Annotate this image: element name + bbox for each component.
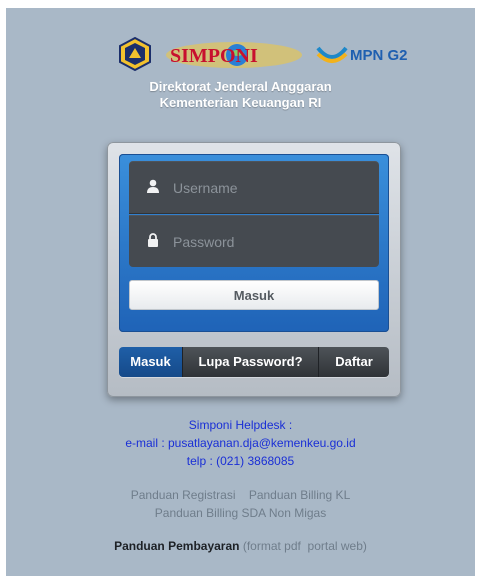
- kemenkeu-logo: [119, 36, 151, 72]
- username-input[interactable]: [171, 175, 375, 201]
- login-panel: Masuk Masuk Lupa Password? Daftar: [107, 142, 401, 397]
- page: SIMPONI MPN G2 Direktorat Jenderal Angga…: [6, 8, 475, 576]
- guide-links-row2: Panduan Billing SDA Non Migas: [6, 506, 475, 520]
- guide-billing-kl-link[interactable]: Panduan Billing KL: [249, 488, 350, 502]
- mpn-g2-logo: MPN G2: [316, 46, 408, 64]
- login-form: Masuk: [119, 154, 389, 332]
- logo-bar: SIMPONI MPN G2: [6, 36, 475, 72]
- user-icon: [147, 179, 159, 193]
- tab-lupa-password[interactable]: Lupa Password?: [183, 347, 319, 377]
- payment-close-paren: ): [362, 539, 367, 553]
- page-title-line1: Direktorat Jenderal Anggaran: [149, 79, 332, 94]
- login-submit-button[interactable]: Masuk: [129, 280, 379, 310]
- mpn-g2-logo-text: MPN G2: [350, 47, 408, 64]
- payment-pdf-link[interactable]: format pdf: [247, 539, 301, 553]
- username-field[interactable]: [129, 161, 379, 214]
- simponi-logo: SIMPONI: [166, 42, 302, 68]
- helpdesk-phone: telp : (021) 3868085: [186, 454, 295, 468]
- guide-billing-sda-link[interactable]: Panduan Billing SDA Non Migas: [155, 506, 326, 520]
- password-field[interactable]: [129, 215, 379, 267]
- helpdesk-title: Simponi Helpdesk :: [188, 418, 293, 432]
- payment-web-link[interactable]: portal web: [308, 539, 363, 553]
- guide-registrasi-link[interactable]: Panduan Registrasi: [131, 488, 236, 502]
- payment-guide: Panduan Pembayaran (format pdf portal we…: [6, 539, 475, 553]
- guide-links-row1: Panduan Registrasi Panduan Billing KL: [6, 488, 475, 502]
- simponi-logo-text: SIMPONI: [170, 45, 258, 67]
- payment-guide-label: Panduan Pembayaran: [114, 539, 240, 553]
- page-title-line2: Kementerian Keuangan RI: [159, 95, 322, 110]
- lock-icon: [148, 233, 158, 247]
- tab-daftar[interactable]: Daftar: [319, 347, 389, 377]
- tab-masuk[interactable]: Masuk: [119, 347, 183, 377]
- login-tabs: Masuk Lupa Password? Daftar: [119, 347, 389, 377]
- password-input[interactable]: [171, 229, 375, 255]
- helpdesk-email: e-mail : pusatlayanan.dja@kemenkeu.go.id: [125, 436, 356, 450]
